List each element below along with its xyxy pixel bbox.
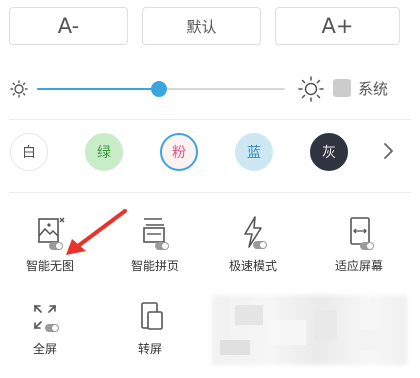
theme-green[interactable]: 绿	[85, 133, 123, 171]
theme-gray[interactable]: 灰	[310, 133, 348, 171]
tool-label: 智能无图	[25, 259, 74, 273]
tool-fullscreen[interactable]: 全屏	[0, 300, 90, 370]
fullscreen-icon	[34, 305, 59, 332]
font-decrease-label: A-	[57, 14, 80, 38]
tool-speed-mode[interactable]: 极速模式	[208, 213, 298, 283]
theme-label: 粉	[172, 145, 186, 161]
brightness-slider-thumb[interactable]	[150, 81, 167, 97]
tool-label: 全屏	[32, 342, 57, 356]
divider	[9, 119, 411, 120]
font-decrease-button[interactable]: A-	[9, 7, 128, 45]
page-merge-icon	[143, 218, 169, 250]
system-brightness-label: 系统	[358, 80, 389, 98]
tool-label: 智能拼页	[130, 259, 179, 273]
chevron-right-icon[interactable]	[381, 140, 395, 162]
annotation-arrow	[66, 209, 127, 255]
brightness-low-icon	[10, 80, 28, 98]
theme-label: 灰	[322, 145, 336, 161]
brightness-high-icon	[298, 76, 324, 102]
brightness-slider[interactable]	[37, 81, 285, 97]
font-default-button[interactable]: 默认	[142, 7, 261, 45]
system-brightness-checkbox[interactable]	[333, 79, 351, 97]
tool-fit-screen[interactable]: 适应屏幕	[314, 213, 404, 283]
fit-screen-icon	[350, 217, 374, 250]
theme-pink[interactable]: 粉	[160, 133, 198, 171]
tool-rotate-screen[interactable]: 转屏	[105, 300, 195, 370]
theme-label: 蓝	[247, 145, 261, 161]
tool-label: 适应屏幕	[334, 259, 383, 273]
brightness-row: 系统	[0, 72, 420, 106]
font-increase-button[interactable]: A+	[275, 7, 400, 45]
brightness-slider-fill	[37, 88, 159, 90]
rotate-screen-icon	[141, 302, 163, 330]
tool-label: 转屏	[137, 342, 162, 356]
lightning-icon	[244, 216, 267, 249]
tool-label: 极速模式	[228, 259, 277, 273]
font-increase-label: A+	[321, 14, 354, 38]
font-default-label: 默认	[186, 17, 217, 36]
divider	[9, 192, 411, 193]
theme-blue[interactable]: 蓝	[235, 133, 273, 171]
blurred-pattern	[220, 305, 390, 355]
theme-label: 白	[22, 145, 36, 161]
theme-white[interactable]: 白	[10, 133, 48, 171]
theme-label: 绿	[97, 145, 111, 161]
